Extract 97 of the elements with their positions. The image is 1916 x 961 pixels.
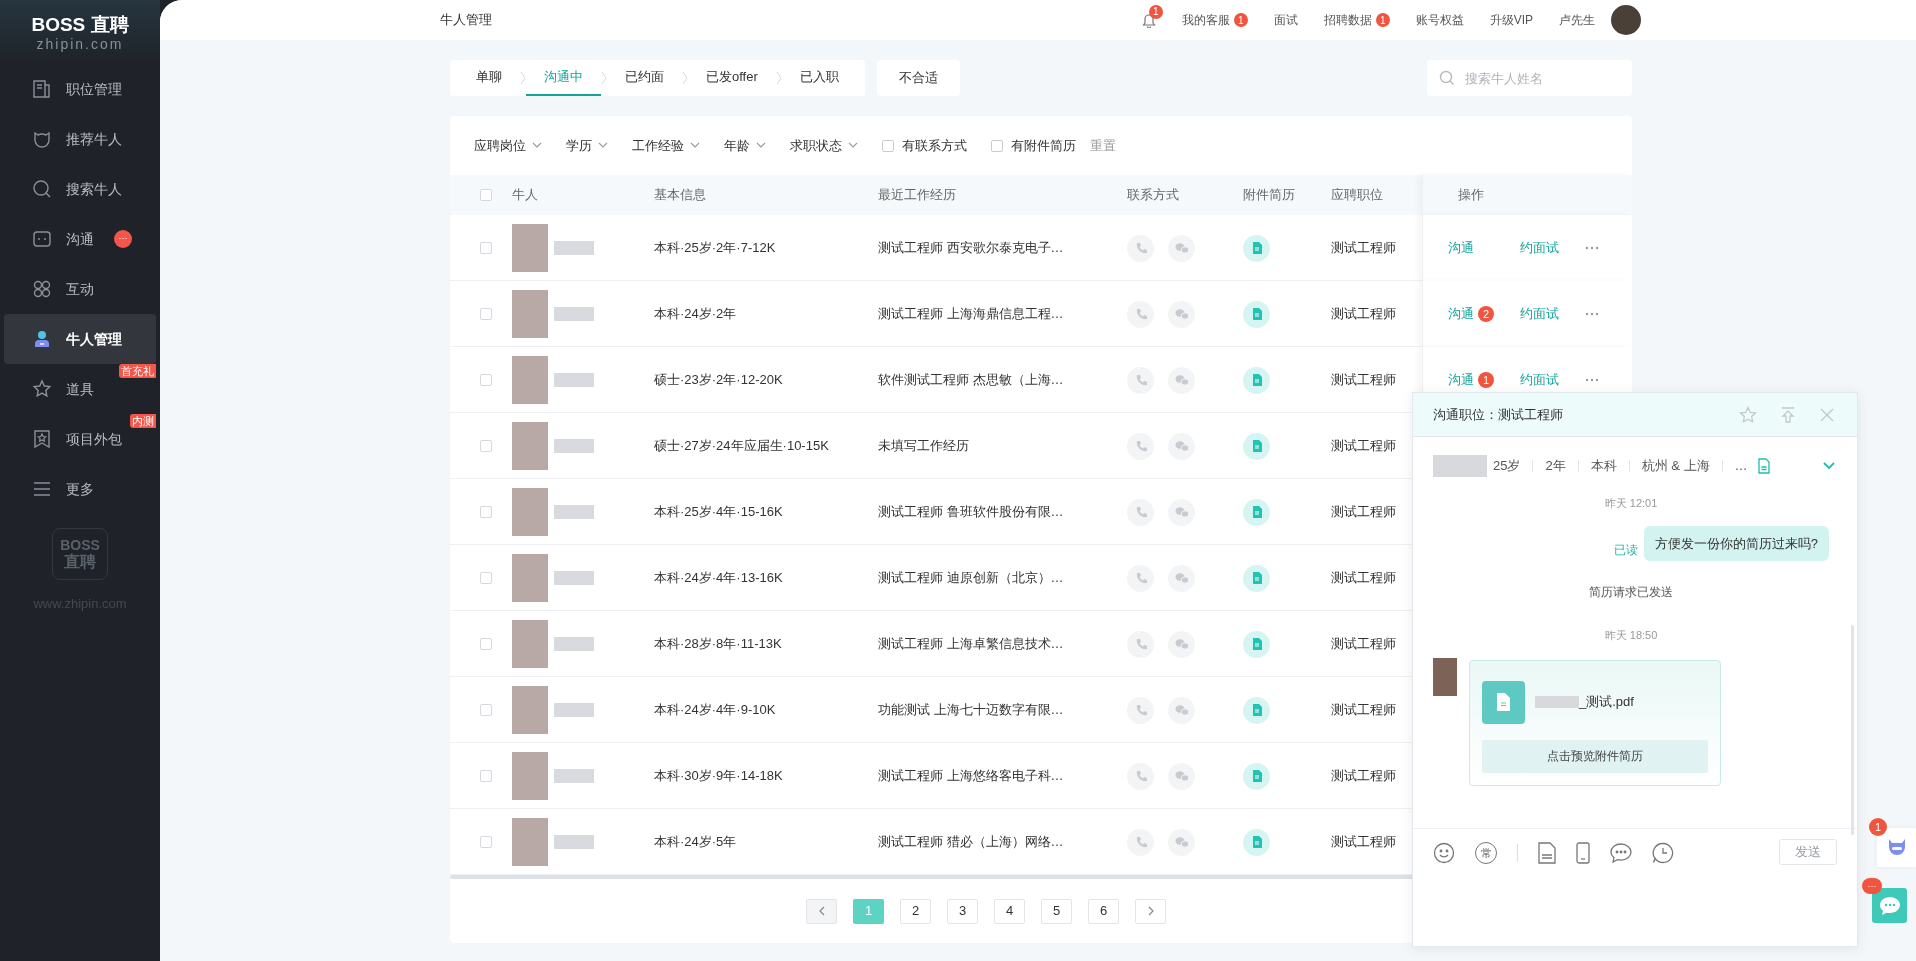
page-button[interactable]: 6 (1088, 898, 1119, 924)
filter-dropdown[interactable]: 求职状态 (790, 135, 858, 156)
top-link[interactable]: 卢先生 (1559, 11, 1595, 29)
candidate-info: 本科 (1590, 457, 1617, 476)
file-name: _测试.pdf (1579, 693, 1634, 712)
top-link[interactable]: 面试 (1273, 11, 1298, 29)
sidebar-item[interactable]: 沟通 ··· (4, 214, 156, 264)
notification-badge: ··· (1862, 878, 1882, 894)
notification-badge: 2 (1478, 306, 1494, 322)
sidebar-item[interactable]: 职位管理 (4, 64, 156, 114)
notification-badge: ··· (114, 230, 132, 248)
table-cell-text: 测试工程师 (1331, 437, 1397, 456)
system-message: 简历请求已发送 (1589, 584, 1673, 601)
logo-domain: zhipin.com (36, 36, 124, 52)
table-cell-text: 测试工程师 迪原创新（北京）… (878, 569, 1065, 588)
notification-badge: 1 (1148, 4, 1163, 19)
column-header: 应聘职位 (1331, 187, 1383, 203)
table-cell-text: 本科·25岁·2年·7-12K (654, 239, 777, 258)
status-tab[interactable]: 不合适 (876, 60, 960, 96)
table-cell-text: 本科·24岁·4年·9-10K (654, 701, 777, 720)
table-cell-text: 测试工程师 上海悠络客电子科… (878, 767, 1065, 786)
notification-badge: 1 (1375, 13, 1390, 27)
column-header: 操作 (1458, 186, 1484, 205)
table-cell-text: 测试工程师 (1331, 503, 1397, 522)
message-time: 昨天 18:50 (1604, 628, 1658, 643)
candidate-info: 2年 (1545, 457, 1566, 476)
table-cell-text: 功能测试 上海七十迈数字有限… (878, 701, 1065, 720)
filter-dropdown[interactable]: 工作经验 (632, 135, 700, 156)
message-bubble: 方便发一份你的简历过来吗? (1643, 525, 1829, 561)
checkbox-label: 有联系方式 (902, 136, 967, 155)
column-header: 最近工作经历 (878, 187, 956, 203)
preview-resume-button[interactable]: 点击预览附件简历 (1482, 739, 1708, 773)
column-header: 联系方式 (1127, 187, 1179, 203)
table-cell-text: 本科·24岁·4年·13-16K (654, 569, 784, 588)
top-link[interactable]: 升级VIP (1489, 11, 1533, 29)
filter-dropdown[interactable]: 学历 (566, 135, 608, 156)
sidebar-item[interactable]: 搜索牛人 (4, 164, 156, 214)
footer-logo-text: 直聘 (64, 553, 96, 571)
page-button[interactable]: 4 (994, 898, 1025, 924)
status-tab[interactable]: 已约面 (607, 60, 682, 96)
notification-badge: 1 (1478, 372, 1494, 388)
sidebar-item[interactable]: 互动 (4, 264, 156, 314)
table-cell-text: 硕士·27岁·24年应届生·10-15K (654, 437, 830, 456)
table-cell-text: 本科·24岁·5年 (654, 833, 738, 852)
table-cell-text: 测试工程师 (1331, 767, 1397, 786)
filter-dropdown[interactable]: 应聘岗位 (474, 135, 542, 156)
filter-dropdown[interactable]: 年龄 (724, 135, 766, 156)
status-tab[interactable]: 已入职 (781, 60, 857, 96)
candidate-info: 25岁 (1493, 457, 1521, 476)
checkbox-label: 有附件简历 (1011, 136, 1076, 155)
table-cell-text: 测试工程师 鲁班软件股份有限… (878, 503, 1065, 522)
top-link[interactable]: 我的客服 1 (1181, 11, 1248, 29)
table-cell-text: 本科·30岁·9年·14-18K (654, 767, 784, 786)
table-cell-text: 未填写工作经历 (878, 437, 970, 456)
column-header: 附件简历 (1243, 187, 1295, 203)
candidate-info: … (1734, 457, 1748, 476)
top-link[interactable]: 招聘数据 1 (1323, 11, 1390, 29)
column-header: 基本信息 (654, 187, 706, 203)
table-cell-text: 测试工程师 (1331, 701, 1397, 720)
logo-text: BOSS 直聘 (31, 14, 129, 36)
table-cell-text: 软件测试工程师 杰思敏（上海… (878, 371, 1065, 390)
table-cell-text: 本科·28岁·8年·11-13K (654, 635, 783, 654)
table-cell-text: 测试工程师 西安歌尔泰克电子… (878, 239, 1065, 258)
column-header: 牛人 (512, 187, 538, 203)
read-status: 已读 (1613, 542, 1638, 559)
promo-tag: 首充礼 (119, 364, 156, 378)
status-tab[interactable]: 已发offer (688, 60, 776, 96)
page-title: 牛人管理 (440, 11, 492, 30)
chat-title: 沟通职位：测试工程师 (1433, 405, 1563, 424)
table-cell-text: 测试工程师 (1331, 239, 1397, 258)
table-cell-text: 测试工程师 (1331, 305, 1397, 324)
notification-badge: 1 (1233, 13, 1248, 27)
table-cell-text: 测试工程师 (1331, 371, 1397, 390)
table-cell-text: 测试工程师 上海海鼎信息工程… (878, 305, 1065, 324)
table-cell-text: 测试工程师 猎必（上海）网络… (878, 833, 1065, 852)
sidebar-item[interactable]: 道具 首充礼 (4, 364, 156, 414)
table-cell-text: 测试工程师 (1331, 635, 1397, 654)
table-cell-text: 本科·24岁·2年 (654, 305, 738, 324)
search-field[interactable]: 搜索牛人姓名 (1427, 60, 1632, 96)
promo-tag: 内测 (130, 414, 156, 428)
table-cell-text: 测试工程师 (1331, 833, 1397, 852)
sidebar-item[interactable]: 推荐牛人 (4, 114, 156, 164)
table-cell-text: 本科·25岁·4年·15-16K (654, 503, 784, 522)
footer-logo-text: BOSS (60, 537, 100, 553)
message-time: 昨天 12:01 (1604, 496, 1658, 511)
table-cell-text: 测试工程师 (1331, 569, 1397, 588)
table-cell-text: 测试工程师 上海卓繁信息技术… (878, 635, 1065, 654)
page-button[interactable]: 5 (1041, 898, 1072, 924)
table-cell-text: 硕士·23岁·2年·12-20K (654, 371, 784, 390)
status-tab[interactable]: 单聊 (458, 60, 520, 96)
page-button[interactable]: 2 (900, 898, 931, 924)
sidebar-item[interactable]: 牛人管理 (4, 314, 156, 364)
top-link[interactable]: 账号权益 (1415, 11, 1464, 29)
sidebar-item[interactable]: 项目外包 内测 (4, 414, 156, 464)
sidebar-item[interactable]: 更多 (4, 464, 156, 514)
page-button[interactable]: 3 (947, 898, 978, 924)
candidate-info: 杭州 & 上海 (1641, 457, 1710, 476)
